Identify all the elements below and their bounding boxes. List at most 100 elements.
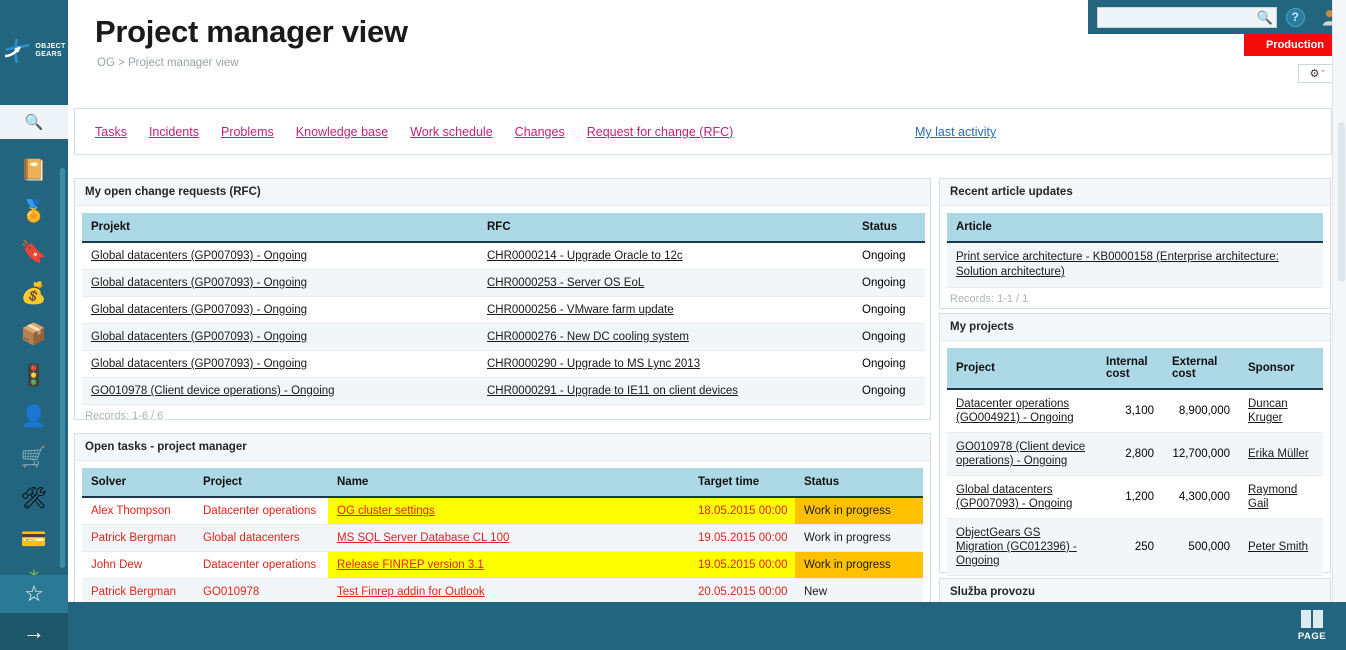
projects-cell-internal: 2,800 <box>1097 432 1163 476</box>
sidebar-item-delivery-cart[interactable]: 🛠 <box>0 478 68 519</box>
sponsor-link[interactable]: Raymond Gail <box>1248 484 1297 510</box>
rfc-link[interactable]: CHR0000214 - Upgrade Oracle to 12c <box>487 250 683 262</box>
rfc-panel-body: Projekt RFC Status Global datacenters (G… <box>75 206 930 428</box>
task-name-link[interactable]: Test Finrep addin for Outlook <box>337 586 485 598</box>
tasks-col-status[interactable]: Status <box>795 468 923 498</box>
articles-col-article[interactable]: Article <box>947 213 1323 243</box>
rfc-col-projekt[interactable]: Projekt <box>82 213 478 243</box>
projects-col-external-cost[interactable]: External cost <box>1163 348 1239 390</box>
page-title: Project manager view <box>95 14 408 49</box>
rfc-project-link[interactable]: Global datacenters (GP007093) - Ongoing <box>91 331 307 343</box>
sidebar-item-cart-edit[interactable]: 🛒 <box>0 437 68 478</box>
nav-link-request-for-change[interactable]: Request for change (RFC) <box>587 125 734 139</box>
rfc-project-link[interactable]: Global datacenters (GP007093) - Ongoing <box>91 304 307 316</box>
task-name-link[interactable]: OG cluster settings <box>337 505 435 517</box>
sidebar-item-coins[interactable]: 💰 <box>0 273 68 314</box>
sponsor-link[interactable]: Erika Müller <box>1248 448 1309 460</box>
rfc-cell-status: Ongoing <box>853 296 925 324</box>
projects-cell-project: Global datacenters (GP007093) - Ongoing <box>947 475 1097 519</box>
rfc-table: Projekt RFC Status Global datacenters (G… <box>82 213 925 405</box>
articles-records-count: Records: 1-1 / 1 <box>950 293 1029 305</box>
rfc-project-link[interactable]: Global datacenters (GP007093) - Ongoing <box>91 250 307 262</box>
rfc-cell-project: Global datacenters (GP007093) - Ongoing <box>82 242 478 270</box>
projects-cell-external: 12,700,000 <box>1163 432 1239 476</box>
rfc-cell-rfc: CHR0000290 - Upgrade to MS Lync 2013 <box>478 350 853 378</box>
logo-line2: GEARS <box>35 51 62 58</box>
projects-col-project[interactable]: Project <box>947 348 1097 390</box>
sidebar-item-tag[interactable]: 🔖 <box>0 232 68 273</box>
rfc-project-link[interactable]: GO010978 (Client device operations) - On… <box>91 385 335 397</box>
sidebar-item-package[interactable]: 📦 <box>0 314 68 355</box>
table-row: GO010978 (Client device operations) - On… <box>947 432 1323 476</box>
table-row: Patrick Bergman Global datacenters MS SQ… <box>82 524 923 552</box>
rfc-link[interactable]: CHR0000290 - Upgrade to MS Lync 2013 <box>487 358 700 370</box>
tasks-cell-name: Release FINREP version 3.1 <box>328 551 689 579</box>
projects-cell-project: GO010978 (Client device operations) - On… <box>947 432 1097 476</box>
nav-link-knowledge-base[interactable]: Knowledge base <box>296 125 388 139</box>
table-row: Alex Thompson Datacenter operations OG c… <box>82 497 923 525</box>
settings-menu-button[interactable]: ⚙ ˇ <box>1298 64 1336 83</box>
id-card-icon: 💳 <box>20 528 48 551</box>
sidebar-scrollbar[interactable] <box>60 168 65 568</box>
tasks-cell-name: OG cluster settings <box>328 497 689 525</box>
nav-link-problems[interactable]: Problems <box>221 125 274 139</box>
coins-icon: 💰 <box>20 282 48 305</box>
page-scrollbar-thumb[interactable] <box>1338 122 1345 282</box>
rfc-link[interactable]: CHR0000276 - New DC cooling system <box>487 331 689 343</box>
logo-mark-icon <box>5 38 30 64</box>
help-button[interactable]: ? <box>1277 0 1313 34</box>
task-name-link[interactable]: Release FINREP version 3.1 <box>337 559 484 571</box>
page-scrollbar[interactable] <box>1332 0 1346 650</box>
rfc-link[interactable]: CHR0000256 - VMware farm update <box>487 304 674 316</box>
nav-link-incidents[interactable]: Incidents <box>149 125 199 139</box>
rfc-project-link[interactable]: Global datacenters (GP007093) - Ongoing <box>91 277 307 289</box>
sidebar-favorites-button[interactable]: ☆ <box>0 575 68 613</box>
rfc-cell-project: Global datacenters (GP007093) - Ongoing <box>82 323 478 351</box>
projects-col-internal-cost[interactable]: Internal cost <box>1097 348 1163 390</box>
rfc-project-link[interactable]: Global datacenters (GP007093) - Ongoing <box>91 358 307 370</box>
sidebar-item-badge[interactable]: 🏅 <box>0 191 68 232</box>
page-layout-button[interactable]: PAGE <box>1286 604 1338 648</box>
tasks-col-project[interactable]: Project <box>194 468 328 498</box>
sidebar-item-traffic-light[interactable]: 🚦 <box>0 355 68 396</box>
rfc-records-count: Records: 1-6 / 6 <box>85 410 164 422</box>
rfc-link[interactable]: CHR0000253 - Server OS EoL <box>487 277 644 289</box>
logo-text: OBJECT GEARS <box>35 43 65 59</box>
tasks-col-name[interactable]: Name <box>328 468 689 498</box>
project-link[interactable]: GO010978 (Client device operations) - On… <box>956 441 1085 467</box>
search-input[interactable] <box>1097 6 1277 28</box>
open-tasks-panel-title: Open tasks - project manager <box>75 434 930 461</box>
tasks-col-solver[interactable]: Solver <box>82 468 194 498</box>
article-link[interactable]: Print service architecture - KB0000158 (… <box>956 251 1279 278</box>
nav-link-changes[interactable]: Changes <box>515 125 565 139</box>
sidebar-item-id-card[interactable]: 💳 <box>0 519 68 560</box>
project-link[interactable]: Datacenter operations (GO004921) - Ongoi… <box>956 398 1074 424</box>
rfc-cell-rfc: CHR0000291 - Upgrade to IE11 on client d… <box>478 377 853 405</box>
chevron-down-icon: ˇ <box>1321 68 1325 79</box>
objectgears-logo[interactable]: OBJECT GEARS <box>0 22 68 80</box>
sidebar-item-person[interactable]: 👤 <box>0 396 68 437</box>
task-name-link[interactable]: MS SQL Server Database CL 100 <box>337 532 509 544</box>
tasks-col-target-time[interactable]: Target time <box>689 468 795 498</box>
my-projects-panel: My projects Project Internal cost Extern… <box>939 313 1331 593</box>
rfc-link[interactable]: CHR0000291 - Upgrade to IE11 on client d… <box>487 385 738 397</box>
sponsor-link[interactable]: Duncan Kruger <box>1248 398 1288 424</box>
tasks-cell-solver: John Dew <box>82 551 194 579</box>
projects-col-sponsor[interactable]: Sponsor <box>1239 348 1323 390</box>
rfc-panel: My open change requests (RFC) Projekt RF… <box>74 178 931 422</box>
table-row: Global datacenters (GP007093) - Ongoing … <box>82 296 925 324</box>
project-link[interactable]: Global datacenters (GP007093) - Ongoing <box>956 484 1072 510</box>
sidebar-search-button[interactable]: 🔍 <box>0 105 68 139</box>
sponsor-link[interactable]: Peter Smith <box>1248 541 1308 553</box>
project-link[interactable]: ObjectGears GS Migration (GC012396) - On… <box>956 527 1077 567</box>
nav-link-my-last-activity[interactable]: My last activity <box>915 125 996 139</box>
projects-cell-internal: 3,100 <box>1097 389 1163 433</box>
nav-link-tasks[interactable]: Tasks <box>95 125 127 139</box>
rfc-col-rfc[interactable]: RFC <box>478 213 853 243</box>
sidebar-item-folder[interactable]: 📔 <box>0 150 68 191</box>
recent-articles-title: Recent article updates <box>940 179 1330 206</box>
rfc-col-status[interactable]: Status <box>853 213 925 243</box>
open-tasks-panel: Open tasks - project manager Solver Proj… <box>74 433 931 608</box>
nav-link-work-schedule[interactable]: Work schedule <box>410 125 492 139</box>
sidebar-expand-button[interactable]: → <box>0 613 68 650</box>
